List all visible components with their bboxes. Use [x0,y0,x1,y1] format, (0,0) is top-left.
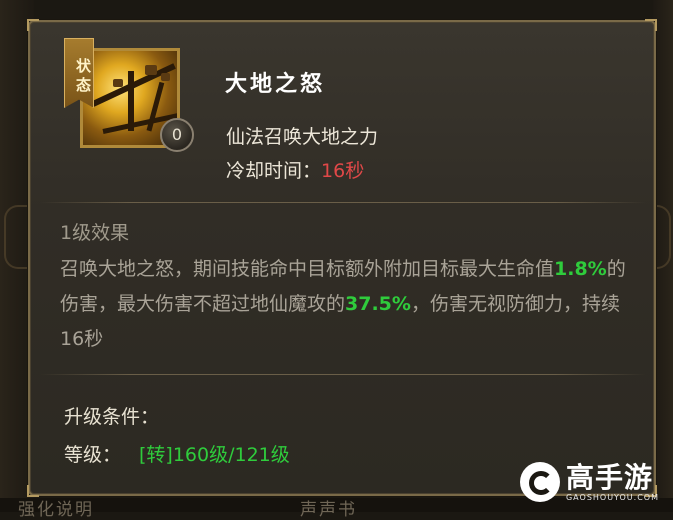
cooldown-value: 16秒 [321,160,365,182]
effect-description: 召唤大地之怒，期间技能命中目标额外附加目标最大生命值1.8%的伤害，最大伤害不超… [60,252,640,357]
watermark-brand: 高手游 [565,460,653,494]
skill-level-badge: 0 [160,118,194,152]
frame-corner [645,19,657,31]
background-bottom-tab-left: 强化说明 [18,500,94,520]
effect-hp-percent: 1.8% [554,258,607,280]
skill-description: 仙法召唤大地之力 [226,126,379,148]
skill-tooltip: 状态 0 大地之怒 仙法召唤大地之力 冷却时间：16秒 1级效果 召唤大地之怒，… [27,19,657,497]
skill-name: 大地之怒 [225,71,326,97]
effect-level-title: 1级效果 [60,222,130,244]
frame-corner [27,19,39,31]
watermark-domain: GAOSHOUYOU.COM [565,492,659,502]
effect-cap-percent: 37.5% [345,293,411,315]
section-divider [40,374,646,375]
upgrade-level-label: 等级： [64,444,122,466]
section-divider [40,202,646,203]
gaoshouyou-logo-icon [519,462,560,502]
state-tag: 状态 [64,38,94,108]
background-bottom-tab-right: 声声书 [300,500,357,520]
cooldown-label: 冷却时间： [226,160,322,182]
upgrade-conditions-title: 升级条件： [64,406,160,428]
left-scroll-ornament [4,205,28,269]
effect-text-part: 召唤大地之怒，期间技能命中目标额外附加目标最大生命值 [60,258,555,280]
upgrade-level-value: [转]160级/121级 [139,444,290,466]
upgrade-level-line: 等级： [转]160级/121级 [64,440,290,467]
site-watermark: 高手游 GAOSHOUYOU.COM [519,460,659,502]
cooldown-line: 冷却时间：16秒 [226,156,364,183]
frame-corner [27,485,39,497]
